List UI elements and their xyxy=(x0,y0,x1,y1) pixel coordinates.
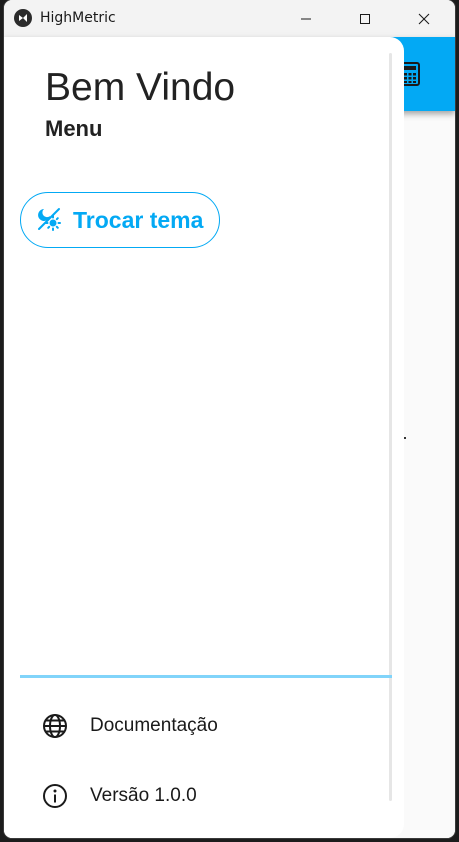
app-window: HighMetric Bem Vindo Menu Trocar tema Do… xyxy=(4,0,455,838)
drawer-subtitle: Menu xyxy=(45,116,103,141)
globe-icon xyxy=(40,711,70,741)
title-bar[interactable]: HighMetric xyxy=(4,0,455,37)
close-icon xyxy=(418,13,430,24)
minimize-icon xyxy=(301,18,311,19)
close-button[interactable] xyxy=(395,0,453,37)
toggle-theme-button[interactable]: Trocar tema xyxy=(20,192,220,248)
info-icon xyxy=(40,781,70,811)
maximize-button[interactable] xyxy=(336,0,394,37)
window-title: HighMetric xyxy=(40,10,116,26)
drawer-divider xyxy=(20,675,392,678)
toggle-theme-label: Trocar tema xyxy=(73,206,204,233)
minimize-button[interactable] xyxy=(277,0,335,37)
drawer-item-version[interactable]: Versão 1.0.0 xyxy=(20,768,390,824)
background-dot xyxy=(404,437,406,439)
drawer-item-label: Versão 1.0.0 xyxy=(90,785,197,806)
drawer-item-documentation[interactable]: Documentação xyxy=(20,698,390,754)
drawer-scrollbar[interactable] xyxy=(389,53,392,801)
drawer-title: Bem Vindo xyxy=(45,66,236,109)
theme-light-dark-icon xyxy=(35,205,63,237)
app-content: Bem Vindo Menu Trocar tema Documentação … xyxy=(4,37,455,838)
navigation-drawer: Bem Vindo Menu Trocar tema Documentação … xyxy=(4,37,404,838)
kivy-icon xyxy=(14,9,32,27)
drawer-item-label: Documentação xyxy=(90,715,218,736)
maximize-icon xyxy=(360,13,370,24)
